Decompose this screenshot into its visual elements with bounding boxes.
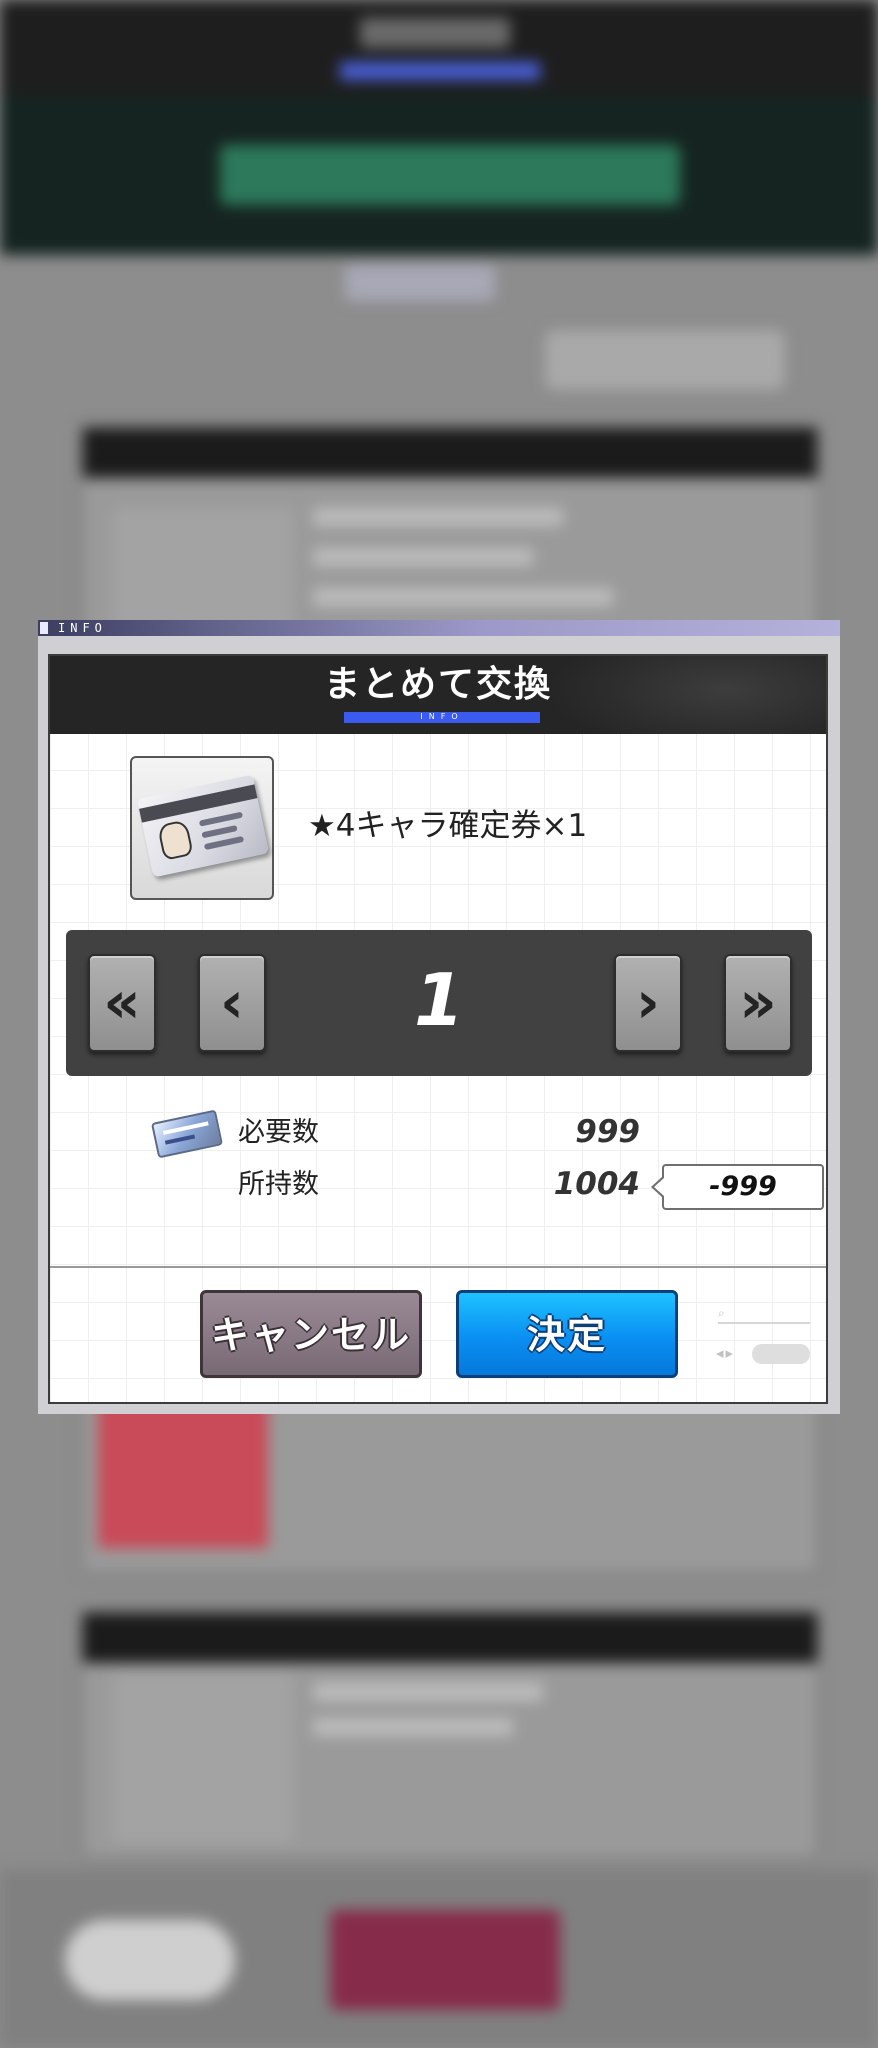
decoration-pill — [752, 1344, 810, 1364]
bg-button — [65, 1920, 235, 2000]
bg-banner-text — [220, 145, 680, 205]
dialog-header: まとめて交換 INFO — [50, 656, 826, 734]
search-icon: ⌕ — [718, 1306, 725, 1320]
owned-value: 1004 — [553, 1166, 640, 1202]
owned-diff-value: -999 — [662, 1164, 824, 1210]
divider — [50, 1266, 826, 1268]
quantity-value: 1 — [413, 958, 465, 1042]
bg-title-block — [360, 18, 510, 48]
cancel-button[interactable]: キャンセル — [200, 1290, 422, 1378]
confirm-button[interactable]: 決定 — [456, 1290, 678, 1378]
quantity-stepper: « ‹ 1 › » — [66, 930, 812, 1076]
item-name: ★4キャラ確定券×1 — [308, 808, 588, 844]
title-accent-label: INFO — [420, 712, 464, 721]
decoration-line — [718, 1322, 810, 1324]
bg-pill — [545, 330, 785, 390]
quantity-increase-button[interactable]: › — [614, 954, 682, 1052]
info-strip-label: INFO — [58, 621, 107, 635]
info-strip: INFO — [38, 620, 840, 636]
info-strip-marker — [40, 622, 48, 634]
bg-card — [80, 1610, 820, 1860]
owned-label: 所持数 — [238, 1169, 319, 1200]
exchange-ticket-icon — [150, 1109, 224, 1159]
bg-card-header — [83, 1613, 817, 1663]
bg-card-header — [83, 428, 817, 478]
bg-button — [330, 1910, 560, 2010]
item-thumbnail — [130, 756, 274, 900]
arrows-icon: ◂▸ — [716, 1344, 736, 1362]
bg-pill — [345, 265, 495, 301]
bg-title-underline — [340, 62, 540, 80]
dialog-title: まとめて交換 — [323, 664, 552, 705]
quantity-max-button[interactable]: » — [724, 954, 792, 1052]
required-label: 必要数 — [238, 1117, 319, 1148]
required-value: 999 — [575, 1114, 640, 1150]
character-ticket-icon — [136, 774, 270, 878]
bulk-exchange-dialog: まとめて交換 INFO ★4キャラ確定券×1 « ‹ 1 › » 必要数 999… — [48, 654, 828, 1404]
